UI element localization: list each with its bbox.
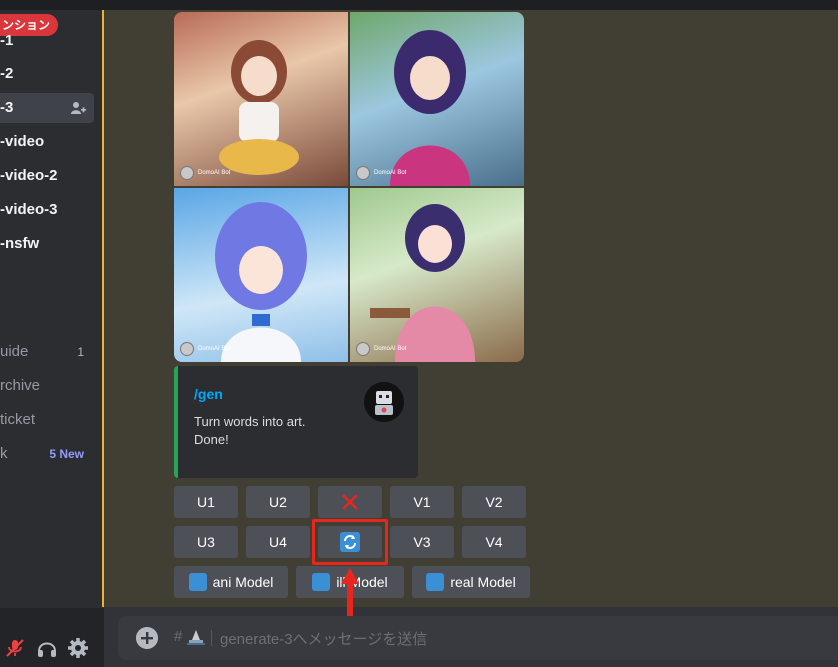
channel-item[interactable]: -2: [0, 59, 13, 89]
channel-label: -nsfw: [0, 235, 40, 252]
channel-item[interactable]: uide 1: [0, 337, 100, 367]
channel-item[interactable]: -nsfw: [0, 229, 39, 259]
variation-v2-button[interactable]: V2: [462, 486, 526, 518]
new-messages-badge: 5 New: [49, 447, 84, 461]
command-embed: /gen Turn words into art. Done!: [174, 366, 418, 478]
add-attachment-icon[interactable]: [136, 627, 158, 649]
arrow-up-right-icon: [312, 573, 331, 591]
anime-girl-figure-icon: [390, 30, 470, 186]
message-input-placeholder[interactable]: generate-3へメッセージを送信: [220, 628, 427, 649]
generated-image-grid[interactable]: DomoAI Bot DomoAI Bot DomoAI Bot DomoAI …: [174, 12, 524, 362]
unread-count: 1: [77, 345, 84, 359]
channel-label: -2: [0, 65, 14, 82]
variation-v3-button[interactable]: V3: [390, 526, 454, 558]
embed-title[interactable]: /gen: [194, 386, 223, 402]
close-x-icon: [342, 494, 358, 510]
arrow-up-right-icon: [188, 573, 207, 591]
variation-v1-button[interactable]: V1: [390, 486, 454, 518]
channel-hash: #: [174, 628, 183, 645]
ani-model-button[interactable]: ani Model: [174, 566, 288, 598]
add-member-icon[interactable]: [70, 100, 86, 116]
channel-item[interactable]: -video: [0, 127, 44, 157]
upscale-u1-button[interactable]: U1: [174, 486, 238, 518]
embed-status: Done!: [194, 432, 229, 447]
channel-label: -video: [0, 133, 45, 150]
channel-item[interactable]: -video-2: [0, 161, 58, 191]
real-model-button[interactable]: real Model: [412, 566, 530, 598]
channel-item[interactable]: ticket: [0, 405, 35, 435]
watermark: DomoAI Bot: [356, 166, 406, 180]
anime-girl-figure-icon: [215, 202, 307, 362]
settings-gear-icon[interactable]: [67, 637, 89, 659]
embed-description: Turn words into art.: [194, 414, 306, 429]
watermark: DomoAI Bot: [180, 342, 230, 356]
model-label: real Model: [450, 574, 516, 590]
channel-label: rchive: [0, 377, 41, 394]
anime-girl-figure-icon: [370, 204, 475, 362]
message-input-bar[interactable]: # generate-3へメッセージを送信: [118, 616, 838, 660]
arrow-up-right-icon: [426, 573, 445, 591]
channel-label: ticket: [0, 411, 36, 428]
channel-emoji-icon: [187, 630, 205, 645]
variation-v4-button[interactable]: V4: [462, 526, 526, 558]
channel-item[interactable]: -1: [0, 26, 13, 56]
channel-label: -1: [0, 32, 14, 49]
channel-label: -3: [0, 99, 14, 116]
channel-item[interactable]: -video-3: [0, 195, 58, 225]
top-bar: [0, 0, 838, 10]
watermark: DomoAI Bot: [180, 166, 230, 180]
channel-label: uide: [0, 343, 29, 360]
channel-label: -video-2: [0, 167, 58, 184]
channel-item[interactable]: rchive: [0, 371, 40, 401]
watermark: DomoAI Bot: [356, 342, 406, 356]
generated-image-2[interactable]: DomoAI Bot: [350, 12, 524, 186]
anime-girl-figure-icon: [219, 40, 299, 175]
bot-avatar-icon: [364, 382, 404, 422]
generated-image-3[interactable]: DomoAI Bot: [174, 188, 348, 362]
model-label: ani Model: [212, 574, 274, 590]
input-separator: [211, 630, 212, 646]
upscale-u4-button[interactable]: U4: [246, 526, 310, 558]
upscale-u2-button[interactable]: U2: [246, 486, 310, 518]
mute-mic-icon[interactable]: [4, 637, 26, 659]
generated-image-1[interactable]: DomoAI Bot: [174, 12, 348, 186]
headphones-icon[interactable]: [36, 637, 58, 659]
channel-label: k: [0, 445, 8, 462]
channel-item[interactable]: k 5 New: [0, 439, 100, 469]
cancel-button[interactable]: [318, 486, 382, 518]
upscale-u3-button[interactable]: U3: [174, 526, 238, 558]
channel-item-active[interactable]: -3: [0, 93, 94, 123]
annotation-highlight-box: [312, 519, 388, 565]
generated-image-4[interactable]: DomoAI Bot: [350, 188, 524, 362]
channel-label: -video-3: [0, 201, 58, 218]
